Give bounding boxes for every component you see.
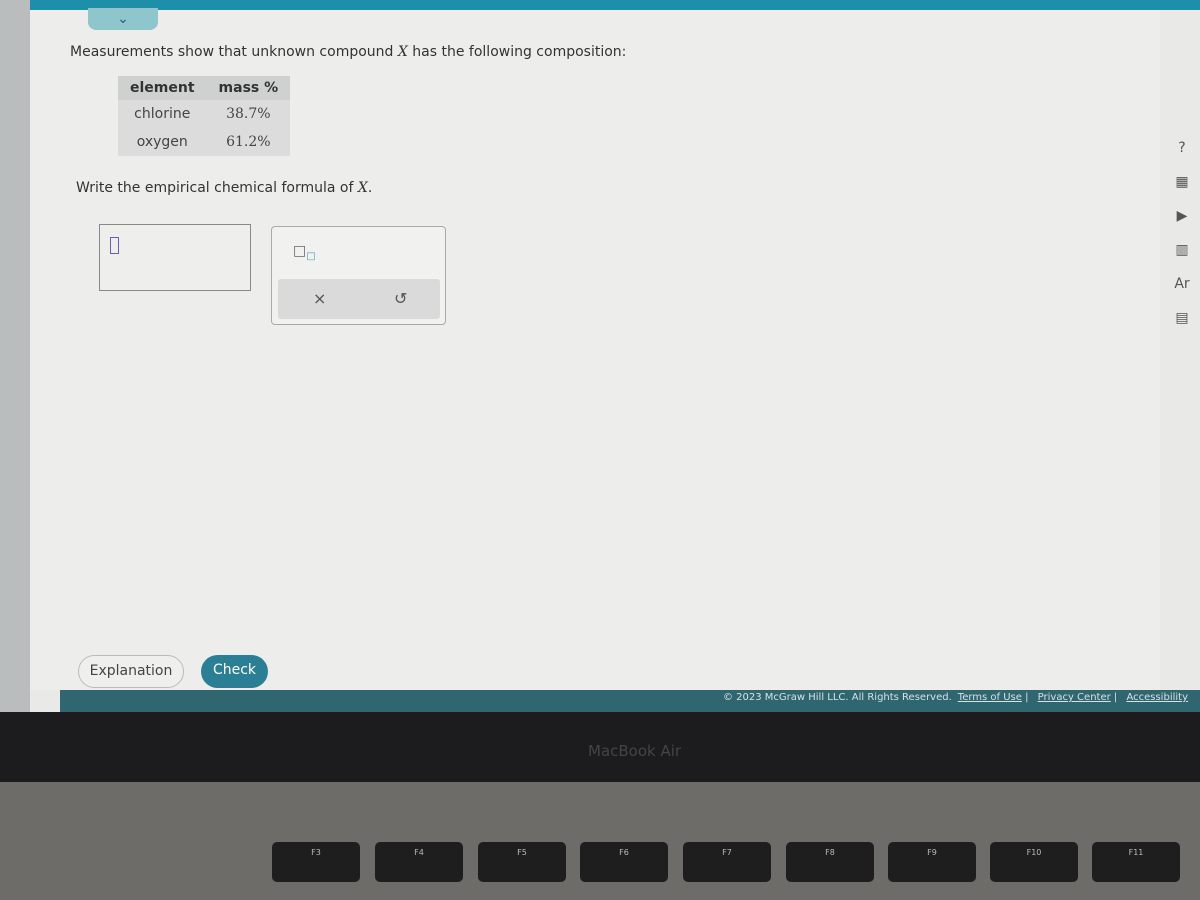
question-prompt: Write the empirical chemical formula of …	[76, 180, 372, 196]
privacy-link[interactable]: Privacy Center	[1038, 692, 1111, 703]
key-f4: F4	[375, 842, 463, 882]
table-row: oxygen 61.2%	[118, 128, 291, 156]
calculator-icon[interactable]: ▦	[1170, 174, 1194, 208]
formula-palette: □□ × ↺	[271, 226, 446, 325]
key-f11: F11	[1092, 842, 1180, 882]
question-intro: Measurements show that unknown compound …	[70, 44, 626, 60]
prompt-end: .	[367, 180, 373, 196]
prompt-var: X	[357, 180, 368, 196]
keyboard	[0, 782, 1200, 900]
terms-link[interactable]: Terms of Use	[958, 692, 1022, 703]
cell-mass: 38.7%	[206, 100, 291, 128]
left-edge	[0, 0, 30, 712]
table-row: chlorine 38.7%	[118, 100, 291, 128]
video-icon[interactable]: ▶	[1170, 208, 1194, 242]
key-f5: F5	[478, 842, 566, 882]
explanation-button[interactable]: Explanation	[78, 655, 184, 688]
key-f6: F6	[580, 842, 668, 882]
laptop-brand: MacBook Air	[588, 742, 682, 760]
periodic-table-icon[interactable]: Ar	[1170, 276, 1194, 310]
key-f9: F9	[888, 842, 976, 882]
check-button[interactable]: Check	[201, 655, 268, 688]
undo-button[interactable]: ↺	[394, 289, 407, 308]
intro-var: X	[397, 44, 408, 60]
tool-sidebar: ? ▦ ▶ ▥ Ar ▤	[1170, 140, 1194, 344]
cell-element: chlorine	[118, 100, 207, 128]
subscript-icon[interactable]: □□	[293, 243, 316, 262]
intro-text: Measurements show that unknown compound	[70, 44, 398, 60]
accessibility-link[interactable]: Accessibility	[1126, 692, 1188, 703]
header-element: element	[118, 76, 207, 100]
key-f3: F3	[272, 842, 360, 882]
top-bar	[30, 0, 1200, 10]
clear-button[interactable]: ×	[313, 289, 326, 308]
reference-icon[interactable]: ▤	[1170, 310, 1194, 344]
key-f10: F10	[990, 842, 1078, 882]
input-cursor	[110, 237, 119, 254]
header-mass: mass %	[206, 76, 291, 100]
copyright: © 2023 McGraw Hill LLC. All Rights Reser…	[722, 692, 952, 703]
intro-text-end: has the following composition:	[407, 44, 627, 60]
cell-mass: 61.2%	[206, 128, 291, 156]
help-icon[interactable]: ?	[1170, 140, 1194, 174]
collapse-chevron-icon[interactable]: ⌄	[88, 8, 158, 30]
screen: ⌄ Measurements show that unknown compoun…	[0, 0, 1200, 712]
cell-element: oxygen	[118, 128, 207, 156]
prompt-text: Write the empirical chemical formula of	[76, 180, 358, 196]
footer: © 2023 McGraw Hill LLC. All Rights Reser…	[60, 690, 1200, 712]
answer-input[interactable]	[99, 224, 251, 291]
key-f8: F8	[786, 842, 874, 882]
composition-table: element mass % chlorine 38.7% oxygen 61.2%	[118, 76, 291, 156]
palette-actions: × ↺	[278, 279, 440, 319]
key-f7: F7	[683, 842, 771, 882]
data-chart-icon[interactable]: ▥	[1170, 242, 1194, 276]
